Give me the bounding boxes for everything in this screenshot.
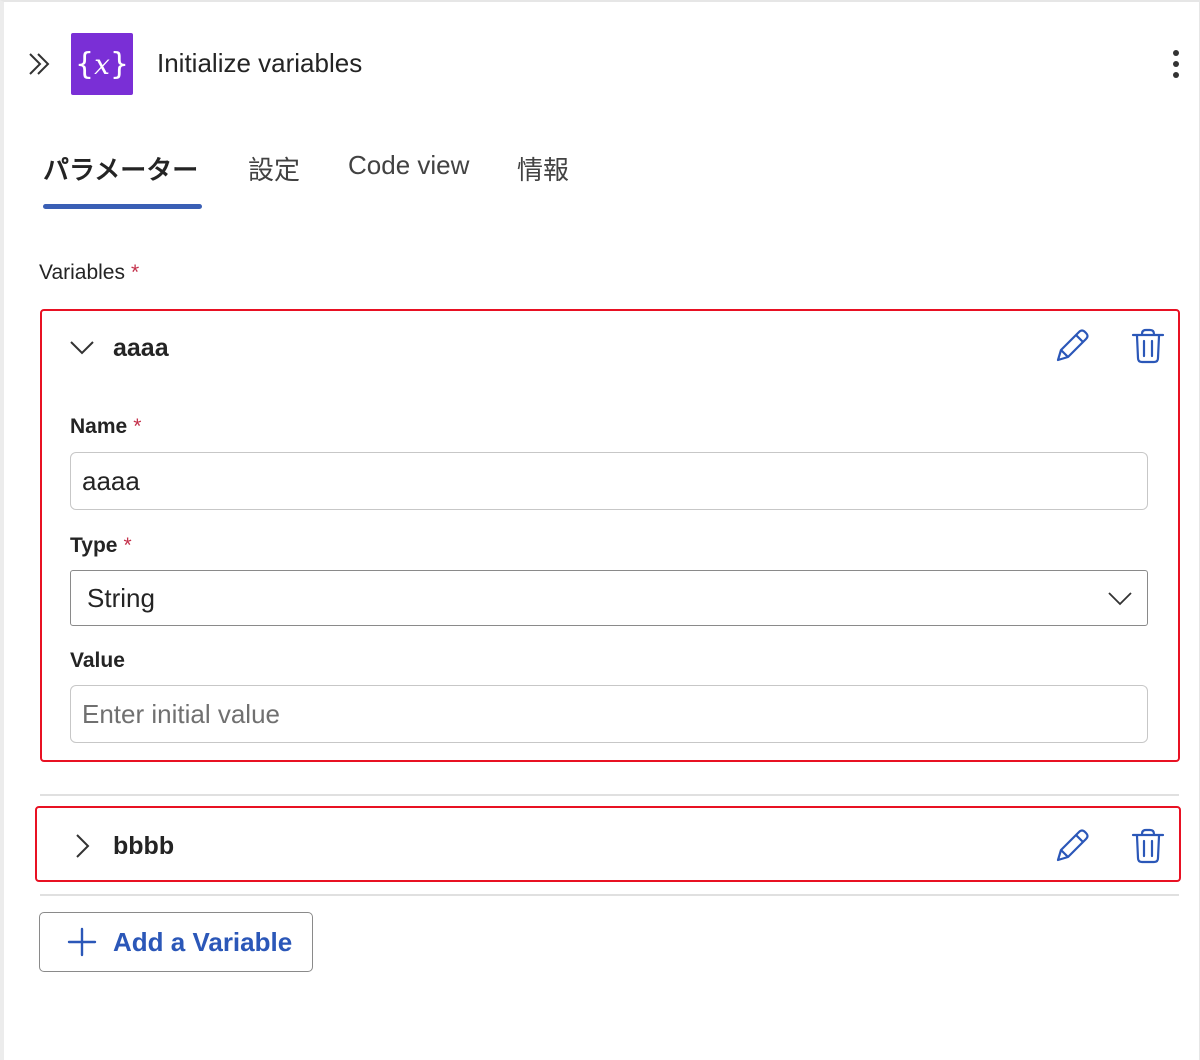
variables-label: Variables *: [39, 261, 140, 284]
expand-variable-button[interactable]: [72, 832, 92, 865]
required-mark: *: [131, 261, 140, 284]
variable-name-heading: bbbb: [113, 832, 175, 860]
tab-about[interactable]: 情報: [517, 150, 569, 187]
active-tab-indicator: [43, 204, 202, 209]
value-field[interactable]: Enter initial value: [70, 685, 1148, 743]
type-field-label: Type *: [70, 534, 132, 557]
action-panel: {x} Initialize variables パラメーター 設定 Code …: [0, 0, 1200, 1060]
tab-code-view[interactable]: Code view: [348, 150, 469, 181]
more-options-button[interactable]: [1162, 46, 1190, 82]
tab-parameters[interactable]: パラメーター: [43, 150, 198, 187]
divider: [40, 794, 1179, 796]
type-dropdown[interactable]: String: [70, 570, 1148, 626]
chevron-down-icon: [1108, 592, 1132, 606]
collapse-panel-button[interactable]: [26, 48, 54, 80]
value-field-label: Value: [70, 649, 125, 672]
more-vertical-icon: [1173, 50, 1179, 78]
double-chevron-right-icon: [29, 53, 50, 75]
variable-card-bbbb: [35, 806, 1181, 882]
type-dropdown-value: String: [87, 582, 155, 613]
variable-name-heading: aaaa: [113, 334, 169, 362]
trash-icon: [1131, 328, 1165, 364]
page-title: Initialize variables: [157, 48, 363, 78]
name-field-label: Name *: [70, 415, 142, 438]
panel-header: {x} Initialize variables: [4, 2, 1199, 122]
delete-variable-button[interactable]: [1128, 826, 1168, 866]
chevron-down-icon: [70, 341, 94, 355]
collapse-variable-button[interactable]: [68, 335, 96, 364]
name-field[interactable]: aaaa: [70, 452, 1148, 510]
pencil-icon: [1056, 829, 1089, 862]
plus-icon: [67, 927, 97, 957]
variable-icon: {x}: [71, 33, 133, 95]
chevron-right-icon: [76, 834, 90, 858]
divider: [40, 894, 1179, 896]
edit-variable-button[interactable]: [1052, 326, 1092, 366]
pencil-icon: [1056, 329, 1089, 362]
delete-variable-button[interactable]: [1128, 326, 1168, 366]
trash-icon: [1131, 828, 1165, 864]
add-variable-button[interactable]: Add a Variable: [39, 912, 313, 972]
tab-settings[interactable]: 設定: [248, 150, 300, 187]
edit-variable-button[interactable]: [1052, 826, 1092, 866]
add-variable-label: Add a Variable: [113, 926, 293, 957]
